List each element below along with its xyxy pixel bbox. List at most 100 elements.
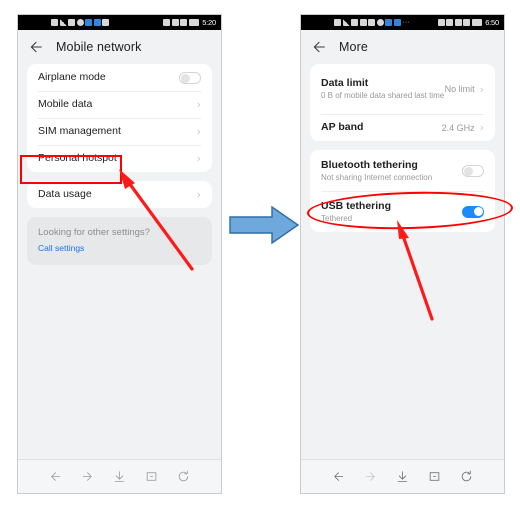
bottom-nav-bar	[301, 459, 504, 493]
page-title: More	[339, 40, 368, 54]
back-arrow-icon[interactable]	[311, 39, 327, 55]
phone-screenshot-left: 5:20 Mobile network Airplane mode Mobile…	[17, 14, 222, 494]
app-blue-2-icon	[93, 19, 101, 26]
signal-bars-icon	[342, 19, 350, 26]
sim-icon	[51, 19, 58, 26]
signal-bars-icon	[59, 19, 67, 26]
page-title: Mobile network	[56, 40, 142, 54]
chevron-right-icon: ›	[196, 188, 201, 201]
eye-icon	[437, 19, 445, 26]
sim-icon	[334, 19, 341, 26]
setting-label: Bluetooth tethering	[321, 158, 418, 171]
chevron-right-icon: ›	[479, 121, 484, 134]
back-arrow-icon[interactable]	[28, 39, 44, 55]
setting-label: Airplane mode	[38, 71, 106, 83]
nav-bookmark-icon[interactable]	[145, 470, 158, 483]
setting-row-usb-tethering[interactable]: USB tethering Tethered	[310, 191, 495, 232]
setting-label: USB tethering	[321, 199, 392, 212]
mute-icon	[446, 19, 454, 26]
row-text: Mobile data	[38, 98, 197, 111]
chevron-right-icon: ›	[196, 152, 201, 165]
nav-forward-icon[interactable]	[81, 470, 94, 483]
nav-bookmark-icon[interactable]	[428, 470, 441, 483]
setting-label: SIM management	[38, 125, 121, 137]
nav-back-icon[interactable]	[332, 470, 345, 483]
status-bar-right-icons: 5:20	[163, 18, 216, 27]
app-bar: Mobile network	[18, 30, 221, 64]
overflow-dots-icon: ···	[402, 19, 410, 26]
nav-back-icon[interactable]	[49, 470, 62, 483]
settings-card-secondary: Data usage ›	[27, 181, 212, 208]
bottom-nav-bar	[18, 459, 221, 493]
setting-row-mobile-data[interactable]: Mobile data ›	[27, 91, 212, 118]
setting-row-ap-band[interactable]: AP band 2.4 GHz ›	[310, 114, 495, 141]
battery-icon	[188, 19, 199, 26]
row-text: Personal hotspot	[38, 152, 197, 165]
setting-value: No limit	[444, 84, 475, 94]
app-blue-icon	[85, 19, 92, 26]
setting-sublabel: Not sharing Internet connection	[321, 172, 433, 182]
status-bar-left-icons	[51, 19, 109, 26]
alarm-icon	[376, 19, 384, 26]
bluetooth-icon	[359, 19, 367, 26]
wifi-icon	[68, 19, 75, 26]
mute-icon	[171, 19, 179, 26]
blue-flow-arrow	[229, 205, 300, 245]
setting-sublabel: Tethered	[321, 213, 353, 223]
row-text: USB tethering Tethered	[321, 200, 462, 224]
tethering-card: Bluetooth tethering Not sharing Internet…	[310, 150, 495, 232]
status-bar-time: 6:50	[485, 18, 499, 27]
download-icon	[102, 19, 109, 26]
nav-download-icon[interactable]	[396, 470, 409, 483]
setting-row-data-usage[interactable]: Data usage ›	[27, 181, 212, 208]
setting-label: Data limit	[321, 77, 369, 89]
row-text: AP band	[321, 121, 442, 134]
chevron-right-icon: ›	[196, 125, 201, 138]
row-text: Data usage	[38, 188, 197, 201]
toggle-knob	[181, 74, 190, 83]
call-settings-link[interactable]: Call settings	[38, 243, 201, 254]
settings-card-primary: Data limit 0 B of mobile data shared las…	[310, 64, 495, 141]
setting-label: AP band	[321, 121, 364, 133]
nav-forward-icon[interactable]	[364, 470, 377, 483]
status-bar: ··· 6:50	[301, 15, 504, 30]
app-bar: More	[301, 30, 504, 64]
nav-refresh-icon[interactable]	[177, 470, 190, 483]
other-settings-hint: Looking for other settings? Call setting…	[27, 217, 212, 265]
row-text: Data limit 0 B of mobile data shared las…	[321, 77, 445, 101]
vibrate-icon	[463, 19, 471, 26]
toggle-knob	[473, 207, 483, 216]
setting-row-data-limit[interactable]: Data limit 0 B of mobile data shared las…	[310, 64, 495, 114]
app-blue-2-icon	[393, 19, 401, 26]
setting-value: 2.4 GHz	[441, 122, 475, 133]
location-icon	[454, 19, 462, 26]
status-bar-time: 5:20	[202, 18, 216, 27]
alarm-icon	[76, 19, 84, 26]
eye-icon	[163, 19, 171, 26]
status-bar-left-icons: ···	[334, 19, 410, 26]
row-text: SIM management	[38, 125, 197, 138]
vibrate-icon	[180, 19, 188, 26]
toggle-knob	[464, 167, 473, 176]
setting-row-personal-hotspot[interactable]: Personal hotspot ›	[27, 145, 212, 172]
sd-card-icon	[368, 19, 375, 26]
battery-icon	[471, 19, 482, 26]
chevron-right-icon: ›	[479, 82, 484, 96]
airplane-mode-toggle[interactable]	[179, 71, 201, 84]
status-bar: 5:20	[18, 15, 221, 30]
row-text: Bluetooth tethering Not sharing Internet…	[321, 159, 462, 183]
nav-refresh-icon[interactable]	[460, 470, 473, 483]
setting-row-sim-management[interactable]: SIM management ›	[27, 118, 212, 145]
bluetooth-tethering-toggle[interactable]	[462, 164, 484, 177]
chevron-right-icon: ›	[196, 98, 201, 111]
status-bar-right-icons: 6:50	[437, 18, 499, 27]
setting-row-bluetooth-tethering[interactable]: Bluetooth tethering Not sharing Internet…	[310, 150, 495, 191]
setting-row-airplane-mode[interactable]: Airplane mode	[27, 64, 212, 91]
nav-download-icon[interactable]	[113, 470, 126, 483]
phone-screenshot-right: ··· 6:50 More Data limit 0 B of mobile d…	[300, 14, 505, 494]
wifi-icon	[351, 19, 358, 26]
setting-label: Mobile data	[38, 98, 93, 110]
row-text: Airplane mode	[38, 71, 179, 84]
usb-tethering-toggle[interactable]	[462, 205, 484, 218]
app-blue-icon	[385, 19, 392, 26]
